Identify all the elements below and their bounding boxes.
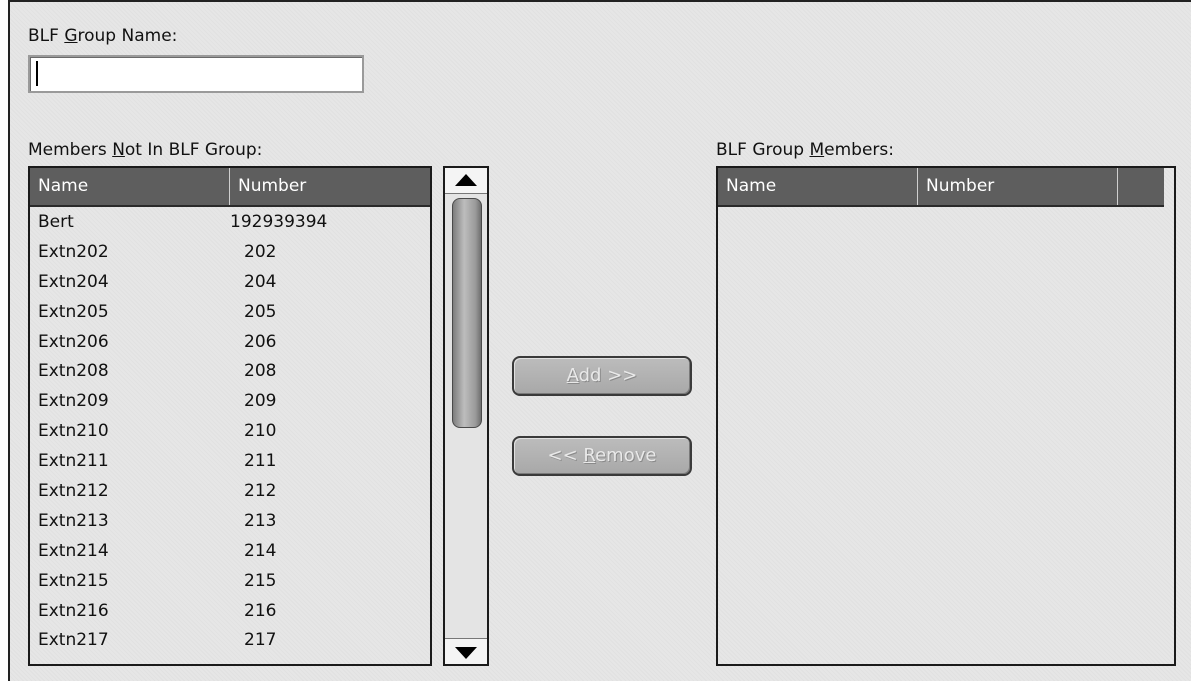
list-item-number: 192939394 xyxy=(230,212,328,232)
group-members-label: BLF Group Members: xyxy=(716,140,894,160)
list-item-name: Extn211 xyxy=(38,451,109,472)
list-item-name: Extn217 xyxy=(38,630,109,651)
list-item-number: 214 xyxy=(244,540,277,561)
members-column-header-filler xyxy=(1118,168,1166,205)
available-list-rows: Bert 192939394 Extn202 202 Extn204 204 Extn205… xyxy=(30,207,430,664)
list-item-number: 208 xyxy=(244,361,277,382)
list-item-number: 209 xyxy=(244,391,277,412)
list-item-name: Extn205 xyxy=(38,301,109,322)
list-item-number: 212 xyxy=(244,481,277,502)
column-header-number[interactable]: Number xyxy=(230,168,420,205)
list-item-name: Extn209 xyxy=(38,391,109,412)
list-item[interactable]: Extn213 213 xyxy=(30,506,430,536)
list-item-number: 217 xyxy=(244,630,277,651)
list-item-number: 206 xyxy=(244,331,277,352)
triangle-up-icon xyxy=(455,174,477,186)
remove-button[interactable]: << Remove xyxy=(512,436,692,476)
group-name-input[interactable] xyxy=(28,55,364,93)
add-button[interactable]: Add >> xyxy=(512,356,692,396)
list-item-name: Extn212 xyxy=(38,481,109,502)
members-column-header-number[interactable]: Number xyxy=(918,168,1118,205)
list-item-number: 215 xyxy=(244,570,277,591)
available-members-list[interactable]: Name Number Bert 192939394 Extn202 202 Extn2… xyxy=(28,166,432,666)
members-list-header: Name Number xyxy=(718,168,1164,207)
list-item[interactable]: Extn205 205 xyxy=(30,297,430,327)
list-item-name: Extn204 xyxy=(38,271,109,292)
list-item[interactable]: Extn217 217 xyxy=(30,625,430,655)
list-item-number: 216 xyxy=(244,600,277,621)
list-item-number: 213 xyxy=(244,510,277,531)
scroll-up-button[interactable] xyxy=(445,168,487,194)
scrollbar-thumb[interactable] xyxy=(452,198,482,428)
list-item[interactable]: Extn202 202 xyxy=(30,237,430,267)
list-item[interactable]: Extn204 204 xyxy=(30,267,430,297)
list-item-number: 210 xyxy=(244,421,277,442)
list-item[interactable]: Extn214 214 xyxy=(30,536,430,566)
group-name-label: BLF Group Name: xyxy=(28,26,178,46)
list-item-name: Extn206 xyxy=(38,331,109,352)
list-item[interactable]: Bert 192939394 xyxy=(30,207,430,237)
text-caret xyxy=(36,61,38,86)
column-header-name[interactable]: Name xyxy=(30,168,230,205)
list-item[interactable]: Extn212 212 xyxy=(30,476,430,506)
list-item[interactable]: Extn208 208 xyxy=(30,356,430,386)
list-item[interactable]: Extn206 206 xyxy=(30,327,430,357)
list-item-number: 202 xyxy=(244,241,277,262)
list-item[interactable]: Extn209 209 xyxy=(30,386,430,416)
list-item[interactable]: Extn211 211 xyxy=(30,446,430,476)
list-item-name: Extn210 xyxy=(38,421,109,442)
list-item[interactable]: Extn216 216 xyxy=(30,596,430,626)
list-item[interactable]: Extn215 215 xyxy=(30,566,430,596)
group-members-list[interactable]: Name Number xyxy=(716,166,1176,666)
list-item-name: Extn216 xyxy=(38,600,109,621)
list-item-name: Extn208 xyxy=(38,361,109,382)
triangle-down-icon xyxy=(455,647,477,659)
list-item-name: Extn214 xyxy=(38,540,109,561)
list-item-number: 204 xyxy=(244,271,277,292)
list-item[interactable]: Extn210 210 xyxy=(30,416,430,446)
list-item-name: Extn213 xyxy=(38,510,109,531)
available-members-label: Members Not In BLF Group: xyxy=(28,140,263,160)
list-item-name: Extn202 xyxy=(38,241,109,262)
list-item-name: Extn215 xyxy=(38,570,109,591)
list-item-name: Bert xyxy=(38,212,74,232)
scroll-down-button[interactable] xyxy=(445,638,487,664)
members-column-header-name[interactable]: Name xyxy=(718,168,918,205)
available-list-header: Name Number xyxy=(30,168,430,207)
list-item-number: 205 xyxy=(244,301,277,322)
list-item-number: 211 xyxy=(244,451,277,472)
